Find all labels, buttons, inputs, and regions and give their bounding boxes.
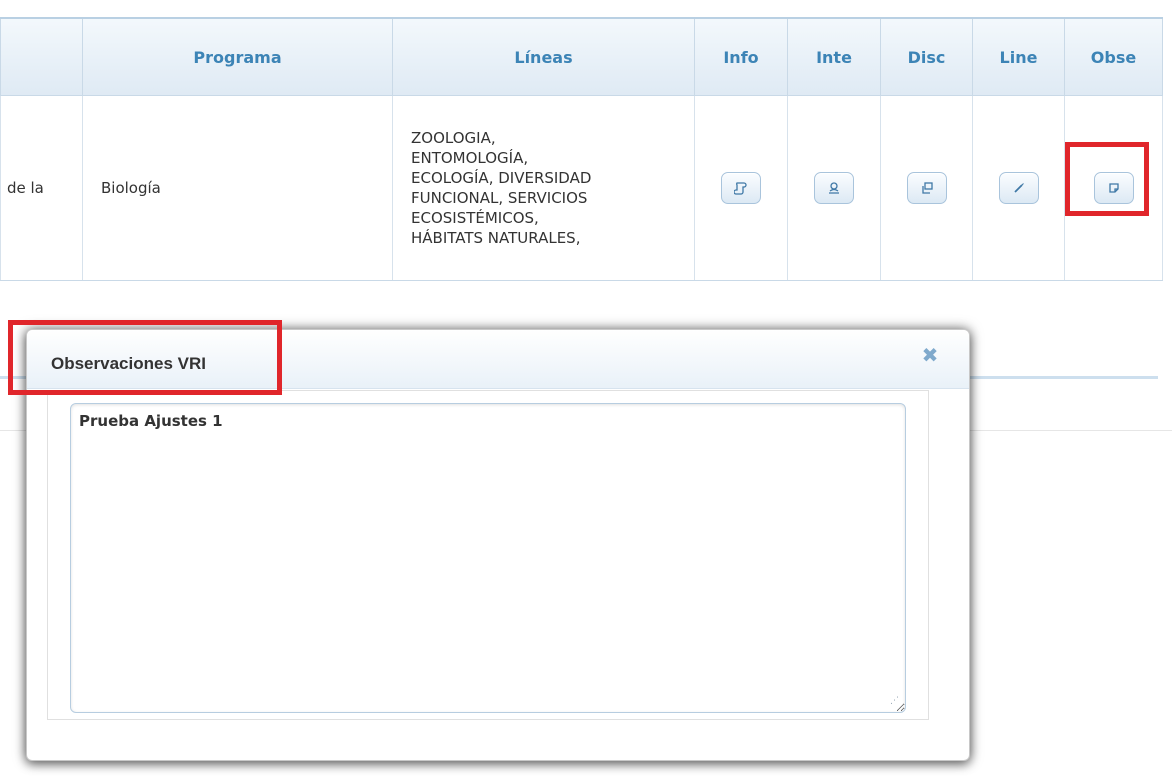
cell-disc bbox=[880, 95, 973, 281]
column-header-line[interactable]: Line bbox=[972, 17, 1065, 96]
column-header-programa[interactable]: Programa bbox=[82, 17, 393, 96]
lineas-item: ENTOMOLOGÍA, bbox=[411, 149, 529, 167]
lineas-item: ZOOLOGIA, bbox=[411, 129, 496, 147]
cell-prev: de la bbox=[0, 95, 83, 281]
obse-highlight-box bbox=[1065, 142, 1149, 216]
lineas-item: ECOLOGÍA, DIVERSIDAD bbox=[411, 169, 592, 187]
column-header-obse[interactable]: Obse bbox=[1064, 17, 1163, 96]
column-header-disc[interactable]: Disc bbox=[880, 17, 973, 96]
table-row: de la Biología ZOOLOGIA, ENTOMOLOGÍA, EC… bbox=[0, 95, 1163, 281]
table-header-row: Programa Líneas Info Inte Disc Line Obse bbox=[0, 17, 1163, 96]
line-button[interactable] bbox=[998, 172, 1039, 204]
resize-grip-icon[interactable]: ⋰ bbox=[890, 696, 899, 706]
cell-lineas: ZOOLOGIA, ENTOMOLOGÍA, ECOLOGÍA, DIVERSI… bbox=[392, 95, 695, 281]
column-header-lineas[interactable]: Líneas bbox=[392, 17, 695, 96]
dialog-body: Prueba Ajustes 1 ⋰ bbox=[47, 390, 929, 720]
column-header-info[interactable]: Info bbox=[694, 17, 788, 96]
cell-info bbox=[694, 95, 788, 281]
info-button[interactable] bbox=[721, 172, 761, 204]
cell-inte bbox=[787, 95, 881, 281]
cell-line bbox=[972, 95, 1065, 281]
close-icon[interactable]: ✖ bbox=[921, 344, 939, 366]
column-header-prev[interactable] bbox=[0, 17, 83, 96]
title-highlight-box bbox=[8, 320, 282, 395]
lines-table: Programa Líneas Info Inte Disc Line Obse… bbox=[0, 17, 1163, 281]
disc-button[interactable] bbox=[906, 172, 947, 204]
column-header-inte[interactable]: Inte bbox=[787, 17, 881, 96]
user-icon bbox=[829, 182, 839, 194]
page: Programa Líneas Info Inte Disc Line Obse… bbox=[0, 0, 1172, 782]
lineas-item: FUNCIONAL, SERVICIOS bbox=[411, 189, 588, 207]
lineas-item: HÁBITATS NATURALES, bbox=[411, 229, 581, 247]
scroll-icon bbox=[733, 182, 747, 195]
pencil-icon bbox=[1013, 183, 1024, 193]
observaciones-textarea[interactable]: Prueba Ajustes 1 bbox=[70, 403, 906, 713]
lineas-item: ECOSISTÉMICOS, bbox=[411, 209, 539, 227]
windows-icon bbox=[921, 182, 933, 194]
cell-programa: Biología bbox=[82, 95, 393, 281]
inte-button[interactable] bbox=[814, 172, 854, 204]
lineas-list: ZOOLOGIA, ENTOMOLOGÍA, ECOLOGÍA, DIVERSI… bbox=[411, 128, 686, 248]
